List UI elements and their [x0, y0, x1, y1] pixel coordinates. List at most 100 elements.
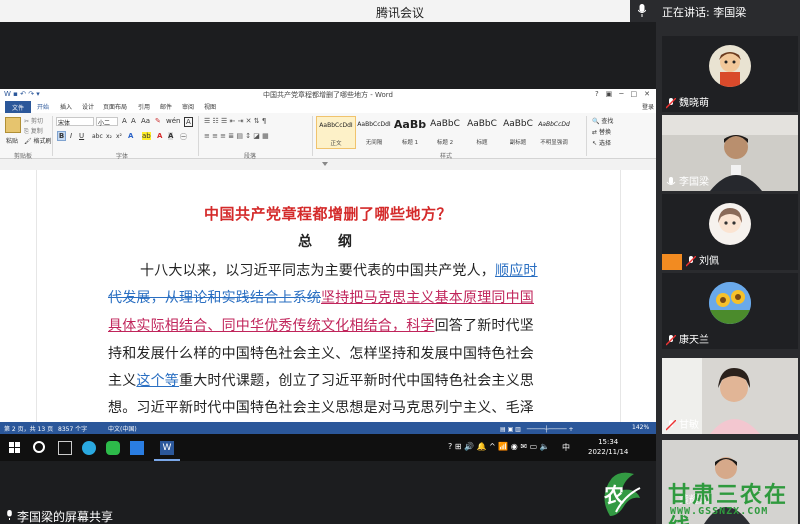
tab-view[interactable]: 视图	[204, 102, 216, 111]
input-language[interactable]: 中	[562, 442, 570, 453]
watermark-logo-char: 农	[604, 483, 626, 507]
screen: 腾讯会议 正在讲话: 李国梁 W ▪ ↶ ↷ ▾ 中国共产党章程都增删了哪些地方…	[0, 0, 800, 524]
windows-start-icon[interactable]	[9, 442, 20, 453]
char-shading-button[interactable]: A	[168, 132, 174, 140]
participant-tile[interactable]: 刘佩	[662, 194, 798, 270]
find-button[interactable]: 🔍 查找	[592, 116, 613, 125]
tab-layout[interactable]: 页面布局	[103, 102, 127, 111]
microphone-muted-icon	[686, 256, 696, 267]
strikethrough-button[interactable]: abc	[92, 133, 103, 140]
style-name: 无间隔	[365, 140, 383, 146]
bold-button[interactable]: B	[57, 131, 66, 141]
tab-references[interactable]: 引用	[138, 102, 150, 111]
paste-button-label[interactable]: 粘贴	[6, 136, 18, 145]
ribbon-divider	[312, 116, 313, 156]
shrink-font-button[interactable]: A	[131, 117, 136, 125]
ribbon-home: 粘贴 ✂ 剪切 ⎘ 复制 🖌 格式刷 剪贴板 宋体 小二 A A Aa ✎ wé…	[0, 113, 656, 160]
cartoon-avatar-icon	[719, 52, 741, 87]
wechat-icon[interactable]	[106, 441, 120, 455]
doc-line-4: 持和发展什么样的中国特色社会主义、怎样坚持和发展中国特色社会	[108, 343, 534, 363]
browser-icon[interactable]	[82, 441, 96, 455]
ribbon-divider	[52, 116, 53, 156]
clock-time: 15:34	[598, 438, 619, 446]
task-view-icon[interactable]	[58, 441, 72, 455]
phonetic-guide-button[interactable]: wén	[166, 117, 180, 125]
select-button[interactable]: ↖ 选择	[592, 138, 611, 147]
style-name: 正文	[330, 141, 342, 147]
inserted-text: 具体实际相结合、同中华优秀传统文化相结合，科学	[108, 318, 435, 334]
view-buttons[interactable]: ▤ ▣ ▥ ─────┼───── +	[500, 424, 574, 433]
highlight-button[interactable]: ab	[142, 132, 151, 140]
style-title[interactable]: AaBbC 标题	[462, 116, 502, 149]
text-effects-button[interactable]: A	[128, 132, 133, 140]
ruler-marker[interactable]	[322, 162, 328, 166]
paragraph-buttons-row1[interactable]: ☰ ☷ ☰ ⇤ ⇥ ✕ ⇅ ¶	[204, 117, 266, 125]
participant-tile[interactable]: 魏晓萌	[662, 36, 798, 112]
search-icon[interactable]	[33, 441, 45, 453]
participant-tile[interactable]: 甘敏	[662, 358, 798, 434]
participant-tile[interactable]: 李国梁	[662, 115, 798, 191]
tab-insert[interactable]: 插入	[60, 102, 72, 111]
style-name: 副标题	[509, 140, 527, 146]
grow-font-button[interactable]: A	[122, 117, 127, 125]
deleted-text: 代发展，从理论和实践结合上系统	[108, 290, 321, 306]
status-words[interactable]: 8357 个字	[58, 424, 87, 433]
enclose-char-button[interactable]: ㊀	[180, 132, 187, 142]
style-heading-1[interactable]: AaBb 标题 1	[390, 116, 430, 149]
tray-icons[interactable]: ? ⊞ 🔊 🔔 ^ 📶 ◉ ✉ ▭ 🔈	[448, 442, 550, 451]
format-painter-button[interactable]: 🖌 格式刷	[24, 136, 52, 145]
tab-mailings[interactable]: 邮件	[160, 102, 172, 111]
change-case-button[interactable]: Aa	[141, 117, 150, 125]
char-border-button[interactable]: A	[184, 117, 193, 127]
font-name-select[interactable]: 宋体	[56, 117, 94, 127]
status-language[interactable]: 中文(中国)	[108, 424, 137, 433]
style-name: 标题 2	[436, 140, 454, 146]
underline-button[interactable]: U	[79, 132, 84, 140]
superscript-button[interactable]: x²	[116, 133, 122, 140]
microphone-muted-icon	[666, 335, 676, 346]
copy-button[interactable]: ⎘ 复制	[24, 126, 43, 136]
clear-format-icon[interactable]: ✎	[155, 117, 161, 125]
status-page[interactable]: 第 2 页，共 13 页	[4, 424, 53, 433]
app-icon[interactable]	[130, 441, 144, 455]
participant-name: 魏晓萌	[679, 98, 709, 109]
style-sample: AaBb	[393, 118, 427, 131]
tab-home[interactable]: 开始	[37, 102, 49, 111]
style-subtitle[interactable]: AaBbC 副标题	[498, 116, 538, 149]
paragraph-buttons-row2[interactable]: ≡ ≡ ≡ ≣ ▤ ↕ ◪ ▦	[204, 132, 269, 140]
clock[interactable]: 15:34 2022/11/14	[588, 437, 628, 457]
microphone-icon	[7, 510, 12, 520]
format-painter-label: 格式刷	[33, 138, 52, 145]
style-subtle-emphasis[interactable]: AaBbCcDd 不明显强调	[534, 116, 574, 149]
participant-name: 康天兰	[679, 335, 709, 346]
style-normal[interactable]: AaBbCcDdI 正文	[316, 116, 356, 149]
document-subtitle: 总 纲	[298, 234, 358, 250]
tab-design[interactable]: 设计	[82, 102, 94, 111]
ruler[interactable]	[0, 159, 656, 170]
replace-button[interactable]: ⇄ 替换	[592, 127, 611, 136]
cut-button[interactable]: ✂ 剪切	[24, 116, 43, 125]
tab-file[interactable]: 文件	[5, 101, 31, 113]
tab-review[interactable]: 审阅	[182, 102, 194, 111]
font-color-button[interactable]: A	[157, 132, 162, 140]
ribbon-divider	[198, 116, 199, 156]
status-zoom[interactable]: 142%	[632, 424, 649, 431]
italic-button[interactable]: I	[70, 132, 72, 140]
styles-gallery: AaBbCcDdI 正文 AaBbCcDdI 无间隔 AaBb 标题 1 AaB…	[316, 116, 574, 149]
word-window-controls[interactable]: ? ▣ ─ □ ✕	[595, 89, 650, 99]
inserted-text: 这个等	[136, 373, 180, 389]
style-sample: AaBbCcDdI	[357, 121, 391, 128]
plain-text: 想。习近平新时代中国特色社会主义思想是对马克思列宁主义、毛泽	[108, 400, 534, 416]
participant-name: 李国梁	[679, 177, 709, 188]
document-page[interactable]: 中国共产党章程都增删了哪些地方？ 总 纲 十八大以来，以习近平同志为主要代表的中…	[0, 170, 656, 422]
subscript-button[interactable]: x₂	[106, 133, 112, 140]
paste-icon[interactable]	[5, 117, 21, 133]
replace-label: 替换	[598, 129, 611, 136]
participant-tile[interactable]: 康天兰	[662, 273, 798, 349]
style-no-spacing[interactable]: AaBbCcDdI 无间隔	[354, 116, 394, 149]
login-link[interactable]: 登录	[642, 102, 654, 111]
font-size-select[interactable]: 小二	[96, 117, 118, 127]
style-heading-2[interactable]: AaBbC 标题 2	[425, 116, 465, 149]
word-taskbar-icon[interactable]: W	[160, 441, 174, 455]
style-sample: AaBbC	[503, 119, 533, 129]
